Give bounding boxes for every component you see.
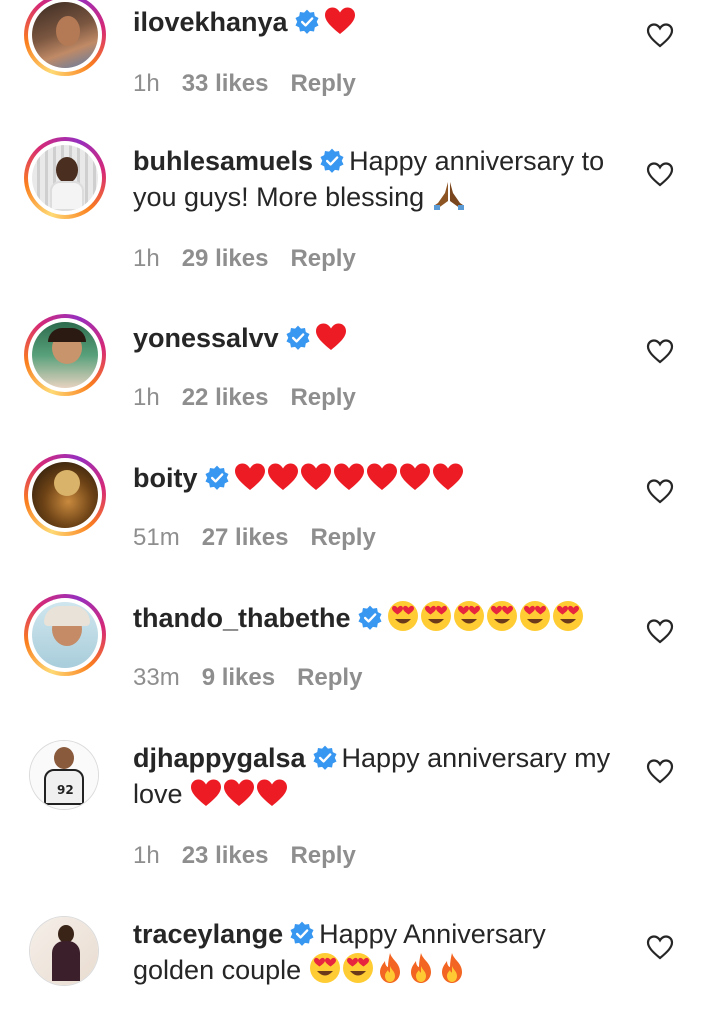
- comment-meta: 1h 22 likes Reply: [133, 384, 378, 412]
- reply-button[interactable]: Reply: [290, 70, 355, 97]
- fire-emoji-icon: [375, 952, 405, 993]
- heart-outline-icon[interactable]: [646, 758, 674, 784]
- heart-eyes-emoji-icon: [342, 952, 374, 993]
- heart-emoji-icon: [300, 462, 332, 501]
- heart-outline-icon[interactable]: [646, 478, 674, 504]
- avatar[interactable]: [29, 916, 99, 986]
- comment-username[interactable]: yonessalvv: [133, 323, 279, 353]
- fire-emoji-icon: [437, 952, 467, 993]
- comment-likes[interactable]: 9 likes: [202, 664, 275, 691]
- comment-meta: 1h 29 likes Reply: [133, 245, 378, 273]
- heart-eyes-emoji-icon: [453, 600, 485, 641]
- heart-outline-icon[interactable]: [646, 22, 674, 48]
- heart-emoji-icon: [315, 322, 347, 361]
- avatar[interactable]: [24, 137, 106, 219]
- comment-username[interactable]: traceylange: [133, 919, 283, 949]
- reply-button[interactable]: Reply: [290, 245, 355, 272]
- heart-eyes-emoji-icon: [309, 952, 341, 993]
- comment-username[interactable]: buhlesamuels: [133, 146, 313, 176]
- avatar[interactable]: [24, 0, 106, 76]
- comment-username[interactable]: ilovekhanya: [133, 7, 288, 37]
- reply-button[interactable]: Reply: [297, 664, 362, 691]
- verified-badge-icon: [320, 148, 344, 173]
- heart-eyes-emoji-icon: [420, 600, 452, 641]
- praying-hands-emoji-icon: [432, 179, 466, 220]
- heart-emoji-icon: [432, 462, 464, 501]
- verified-badge-icon: [290, 921, 314, 946]
- avatar[interactable]: [24, 454, 106, 536]
- fire-emoji-icon: [406, 952, 436, 993]
- comment-time: 33m: [133, 664, 180, 691]
- heart-emoji-icon: [256, 778, 288, 817]
- comment-time: 1h: [133, 842, 160, 869]
- comment-meta: 33m 9 likes Reply: [133, 664, 384, 692]
- verified-badge-icon: [295, 9, 319, 34]
- heart-emoji-icon: [234, 462, 266, 501]
- heart-eyes-emoji-icon: [552, 600, 584, 641]
- heart-emoji-icon: [399, 462, 431, 501]
- verified-badge-icon: [286, 325, 310, 350]
- avatar[interactable]: [24, 314, 106, 396]
- heart-emoji-icon: [333, 462, 365, 501]
- comment-username[interactable]: boity: [133, 463, 198, 493]
- comment-time: 51m: [133, 524, 180, 551]
- comment-likes[interactable]: 22 likes: [182, 384, 269, 411]
- heart-eyes-emoji-icon: [519, 600, 551, 641]
- comment-time: 1h: [133, 245, 160, 272]
- heart-outline-icon[interactable]: [646, 161, 674, 187]
- comment-meta: 1h 23 likes Reply: [133, 842, 378, 870]
- heart-outline-icon[interactable]: [646, 934, 674, 960]
- comment-meta: 51m 27 likes Reply: [133, 524, 398, 552]
- reply-button[interactable]: Reply: [290, 842, 355, 869]
- comment-username[interactable]: djhappygalsa: [133, 743, 306, 773]
- comment-time: 1h: [133, 70, 160, 97]
- verified-badge-icon: [358, 605, 382, 630]
- verified-badge-icon: [204, 465, 229, 490]
- comment-time: 1h: [133, 384, 160, 411]
- reply-button[interactable]: Reply: [310, 524, 375, 551]
- comment-meta: 1h 33 likes Reply: [133, 70, 378, 98]
- comment-likes[interactable]: 33 likes: [182, 70, 269, 97]
- heart-emoji-icon: [267, 462, 299, 501]
- heart-emoji-icon: [324, 6, 356, 45]
- avatar[interactable]: [24, 594, 106, 676]
- heart-outline-icon[interactable]: [646, 338, 674, 364]
- heart-outline-icon[interactable]: [646, 618, 674, 644]
- reply-button[interactable]: Reply: [290, 384, 355, 411]
- heart-emoji-icon: [366, 462, 398, 501]
- heart-eyes-emoji-icon: [387, 600, 419, 641]
- heart-emoji-icon: [190, 778, 222, 817]
- heart-eyes-emoji-icon: [486, 600, 518, 641]
- comment-likes[interactable]: 23 likes: [182, 842, 269, 869]
- comment-likes[interactable]: 27 likes: [202, 524, 289, 551]
- comment-username[interactable]: thando_thabethe: [133, 603, 351, 633]
- heart-emoji-icon: [223, 778, 255, 817]
- avatar[interactable]: 92: [29, 740, 99, 810]
- verified-badge-icon: [313, 745, 337, 770]
- comment-likes[interactable]: 29 likes: [182, 245, 269, 272]
